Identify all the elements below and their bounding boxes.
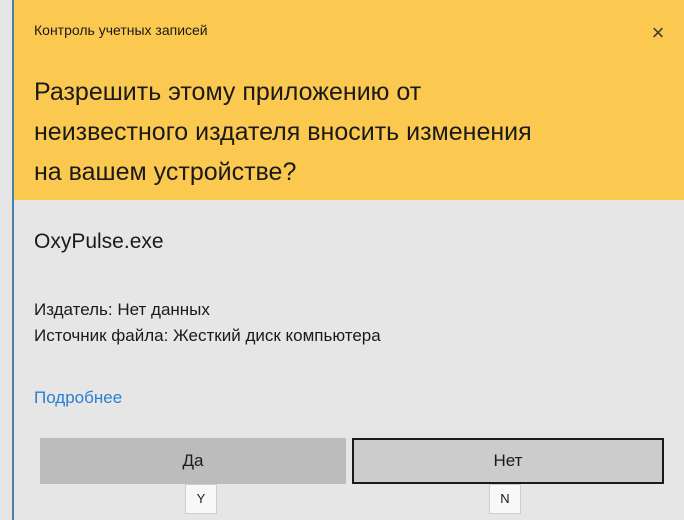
file-source-info: Источник файла: Жесткий диск компьютера [34, 326, 381, 345]
question-line-2: неизвестного издателя вносить изменения [34, 118, 532, 146]
yes-key-hint: Y [185, 484, 217, 514]
uac-dialog: Контроль учетных записей × Разрешить это… [0, 0, 684, 520]
yes-button[interactable]: Да [40, 438, 346, 484]
close-icon: × [651, 20, 665, 45]
dialog-question: Разрешить этому приложению от неизвестно… [34, 72, 664, 192]
close-button[interactable]: × [644, 22, 672, 46]
more-details-link[interactable]: Подробнее [34, 388, 122, 408]
publisher-info: Издатель: Нет данных [34, 300, 210, 319]
question-line-1: Разрешить этому приложению от [34, 78, 422, 106]
dialog-title: Контроль учетных записей [34, 22, 208, 38]
no-button[interactable]: Нет [352, 438, 664, 484]
app-name: OxyPulse.exe [34, 230, 164, 253]
no-key-hint: N [489, 484, 521, 514]
question-line-3: на вашем устройстве? [34, 158, 297, 186]
